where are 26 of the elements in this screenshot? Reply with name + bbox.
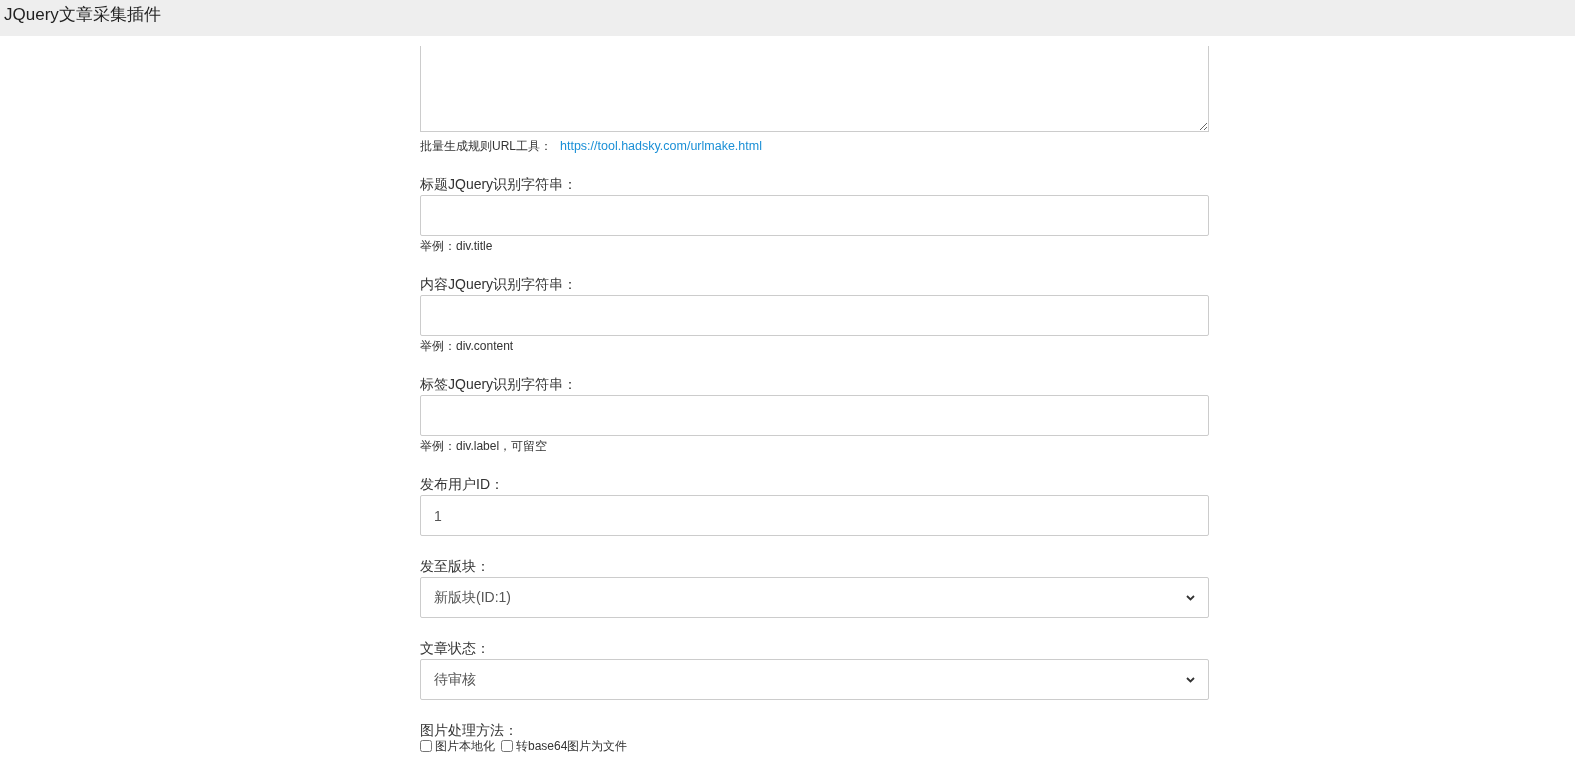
url-textarea[interactable] bbox=[420, 46, 1209, 132]
dropdown[interactable]: 新版块(ID:1) bbox=[420, 577, 1209, 618]
field-label: 图片处理方法： bbox=[420, 722, 519, 738]
dropdown[interactable]: 待审核 bbox=[420, 659, 1209, 700]
field-hint: 举例：div.content bbox=[420, 338, 515, 354]
text-field[interactable] bbox=[420, 295, 1209, 336]
field-label: 内容JQuery识别字符串： bbox=[420, 276, 579, 292]
page-title: JQuery文章采集插件 bbox=[3, 4, 161, 26]
text-field[interactable] bbox=[420, 395, 1209, 436]
checkbox-label: 转base64图片为文件 bbox=[516, 738, 628, 754]
field-label: 发布用户ID： bbox=[420, 476, 505, 492]
checkbox[interactable] bbox=[420, 740, 432, 752]
checkbox-label: 图片本地化 bbox=[435, 738, 495, 754]
text-field[interactable]: 1 bbox=[420, 495, 1209, 536]
url-tool-link[interactable]: https://tool.hadsky.com/urlmake.html bbox=[560, 138, 762, 154]
field-hint: 举例：div.label，可留空 bbox=[420, 438, 549, 454]
chevron-down-icon bbox=[1186, 676, 1195, 683]
text-field[interactable] bbox=[420, 195, 1209, 236]
field-label: 标签JQuery识别字符串： bbox=[420, 376, 579, 392]
field-label: 发至版块： bbox=[420, 558, 491, 574]
chevron-down-icon bbox=[1186, 594, 1195, 601]
checkbox[interactable] bbox=[501, 740, 513, 752]
field-hint: 举例：div.title bbox=[420, 238, 494, 254]
url-tool-label: 批量生成规则URL工具： bbox=[420, 138, 552, 154]
field-label: 文章状态： bbox=[420, 640, 491, 656]
field-label: 标题JQuery识别字符串： bbox=[420, 176, 579, 192]
